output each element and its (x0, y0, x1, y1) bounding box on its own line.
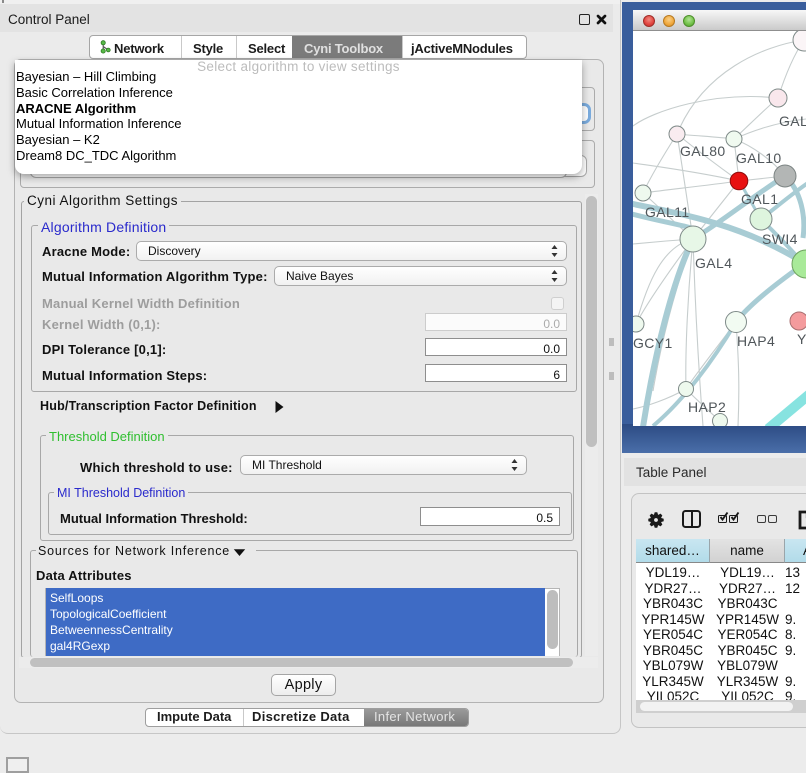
svg-text:GAL80: GAL80 (680, 143, 726, 159)
svg-text:GAL11: GAL11 (645, 204, 690, 220)
svg-text:GAL10: GAL10 (736, 150, 782, 166)
svg-text:SWI4: SWI4 (762, 231, 798, 247)
svg-text:GAL: GAL (779, 113, 806, 129)
svg-text:GAL4: GAL4 (695, 255, 732, 271)
svg-text:Y: Y (797, 331, 806, 347)
svg-text:HAP4: HAP4 (737, 333, 775, 349)
svg-text:HAP2: HAP2 (688, 399, 726, 415)
svg-text:GAL1: GAL1 (741, 191, 778, 207)
svg-text:GCY1: GCY1 (633, 335, 673, 351)
